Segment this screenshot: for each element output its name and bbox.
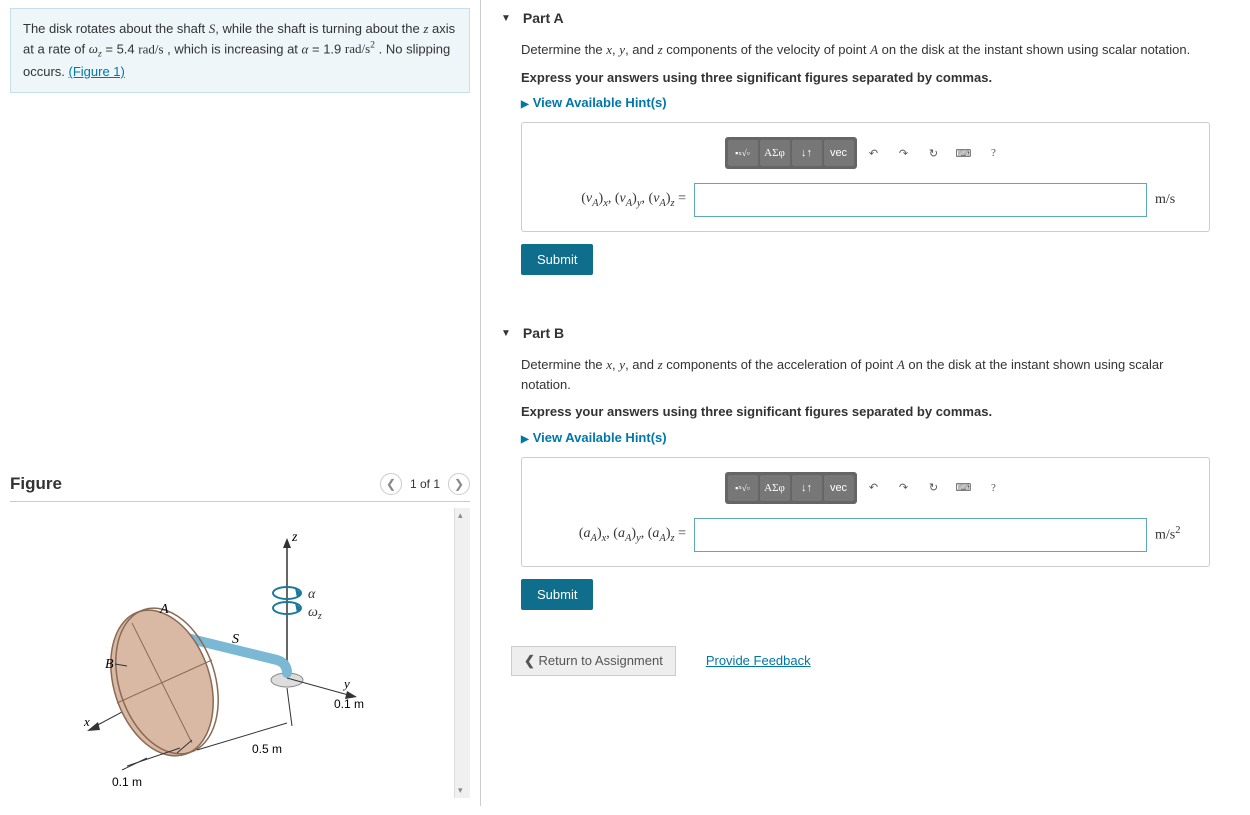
keyboard-button[interactable]: ⌨ xyxy=(951,140,977,166)
keyboard-button[interactable]: ⌨ xyxy=(951,475,977,501)
part-b-answer-input[interactable] xyxy=(694,518,1147,552)
part-b-format: Express your answers using three signifi… xyxy=(521,402,1210,422)
figure-scrollbar[interactable] xyxy=(454,508,470,798)
svg-text:z: z xyxy=(291,530,298,545)
figure-counter: 1 of 1 xyxy=(410,477,440,491)
reset-button[interactable]: ↻ xyxy=(921,140,947,166)
figure-section: Figure ❮ 1 of 1 ❯ z xyxy=(10,473,470,798)
svg-text:ωz: ωz xyxy=(308,605,322,622)
vector-button[interactable]: vec xyxy=(824,140,854,166)
redo-button[interactable]: ↷ xyxy=(891,140,917,166)
feedback-link[interactable]: Provide Feedback xyxy=(706,653,811,668)
subscript-button[interactable]: ↓↑ xyxy=(792,475,822,501)
part-a-answer-box: ▪x√▫ ΑΣφ ↓↑ vec ↶ ↷ ↻ ⌨ ? (vA)x, (vA)y, … xyxy=(521,122,1210,232)
figure-link[interactable]: (Figure 1) xyxy=(69,64,125,79)
part-a-hints-toggle[interactable]: ▶View Available Hint(s) xyxy=(521,95,1210,110)
svg-text:α: α xyxy=(308,587,316,602)
part-a-variable-label: (vA)x, (vA)y, (vA)z = xyxy=(536,191,686,209)
undo-button[interactable]: ↶ xyxy=(861,140,887,166)
collapse-icon: ▼ xyxy=(501,328,511,339)
svg-text:0.1 m: 0.1 m xyxy=(112,775,142,789)
part-a-answer-input[interactable] xyxy=(694,183,1147,217)
part-b-variable-label: (aA)x, (aA)y, (aA)z = xyxy=(536,526,686,544)
part-b-submit-button[interactable]: Submit xyxy=(521,579,593,610)
svg-text:0.1 m: 0.1 m xyxy=(334,697,364,711)
part-b-unit: m/s2 xyxy=(1155,525,1195,544)
figure-next-button[interactable]: ❯ xyxy=(448,473,470,495)
figure-title: Figure xyxy=(10,474,62,494)
svg-text:y: y xyxy=(342,676,350,691)
svg-text:S: S xyxy=(232,632,239,647)
part-b-header[interactable]: ▼ Part B xyxy=(481,315,1250,351)
vector-button[interactable]: vec xyxy=(824,475,854,501)
part-b-instruction: Determine the x, y, and z components of … xyxy=(521,355,1210,394)
svg-text:x: x xyxy=(83,714,90,729)
template-button[interactable]: ▪x√▫ xyxy=(728,475,758,501)
reset-button[interactable]: ↻ xyxy=(921,475,947,501)
help-button[interactable]: ? xyxy=(981,140,1007,166)
part-a-format: Express your answers using three signifi… xyxy=(521,68,1210,88)
part-a-header[interactable]: ▼ Part A xyxy=(481,0,1250,36)
svg-text:B: B xyxy=(105,657,114,672)
figure-prev-button[interactable]: ❮ xyxy=(380,473,402,495)
return-button[interactable]: ❮ Return to Assignment xyxy=(511,646,676,676)
part-b-hints-toggle[interactable]: ▶View Available Hint(s) xyxy=(521,430,1210,445)
undo-button[interactable]: ↶ xyxy=(861,475,887,501)
part-b-answer-box: ▪x√▫ ΑΣφ ↓↑ vec ↶ ↷ ↻ ⌨ ? (aA)x, (aA)y, … xyxy=(521,457,1210,567)
figure-image: z α ωz S xyxy=(10,508,454,798)
svg-text:A: A xyxy=(159,602,169,617)
part-b-toolbar: ▪x√▫ ΑΣφ ↓↑ vec ↶ ↷ ↻ ⌨ ? xyxy=(536,472,1195,504)
part-a-toolbar: ▪x√▫ ΑΣφ ↓↑ vec ↶ ↷ ↻ ⌨ ? xyxy=(536,137,1195,169)
part-a-unit: m/s xyxy=(1155,192,1195,208)
template-button[interactable]: ▪x√▫ xyxy=(728,140,758,166)
subscript-button[interactable]: ↓↑ xyxy=(792,140,822,166)
help-button[interactable]: ? xyxy=(981,475,1007,501)
greek-button[interactable]: ΑΣφ xyxy=(760,140,790,166)
redo-button[interactable]: ↷ xyxy=(891,475,917,501)
part-a-submit-button[interactable]: Submit xyxy=(521,244,593,275)
greek-button[interactable]: ΑΣφ xyxy=(760,475,790,501)
svg-text:0.5 m: 0.5 m xyxy=(252,742,282,756)
collapse-icon: ▼ xyxy=(501,13,511,24)
problem-statement: The disk rotates about the shaft S, whil… xyxy=(10,8,470,93)
part-a-instruction: Determine the x, y, and z components of … xyxy=(521,40,1210,60)
